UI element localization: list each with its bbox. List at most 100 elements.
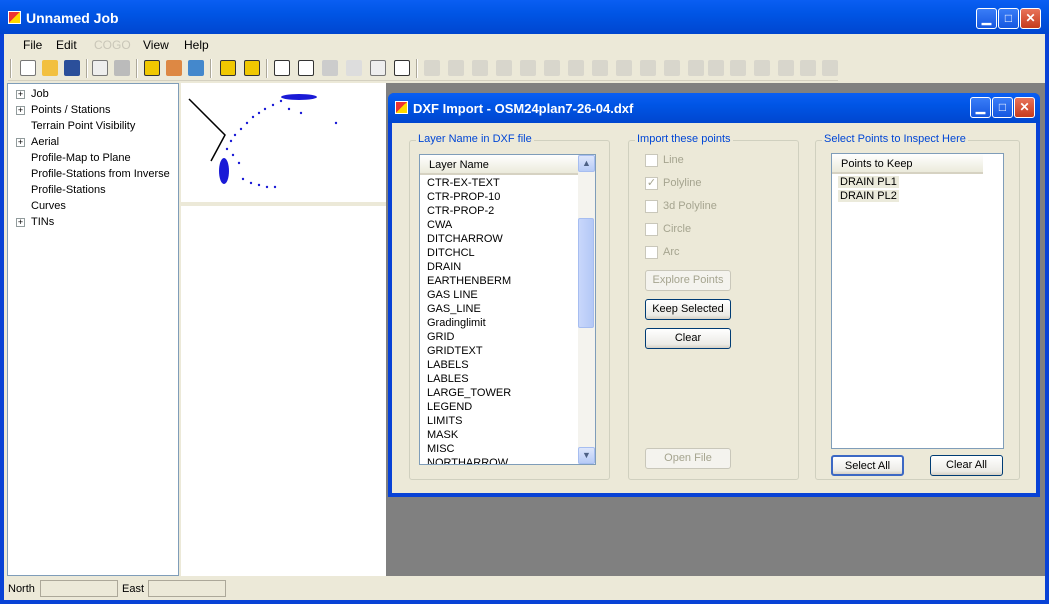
layer-item[interactable]: MASK	[427, 429, 458, 441]
dialog-minimize-button[interactable]: ▁	[970, 97, 991, 118]
menu-file[interactable]: File	[23, 38, 42, 52]
point-item[interactable]: DRAIN PL2	[838, 190, 899, 202]
points-tool-icon[interactable]	[496, 60, 512, 76]
print-icon[interactable]	[114, 60, 130, 76]
layer-item[interactable]: LABLES	[427, 373, 469, 385]
new-file-icon[interactable]	[20, 60, 36, 76]
import-icon[interactable]	[188, 60, 204, 76]
layer-item[interactable]: DITCHARROW	[427, 233, 503, 245]
polyline-tool-icon[interactable]	[544, 60, 560, 76]
east-label: East	[122, 583, 145, 595]
layer-item[interactable]: GAS_LINE	[427, 303, 481, 315]
layer-item[interactable]: LIMITS	[427, 415, 462, 427]
dialog-title: DXF Import - OSM24plan7-26-04.dxf	[413, 101, 634, 116]
layer-list-scrollbar[interactable]: ▲ ▼	[578, 155, 595, 464]
checkbox-label: 3d Polyline	[663, 200, 717, 212]
intersect-tool-icon[interactable]	[568, 60, 584, 76]
plan-view-canvas[interactable]	[181, 83, 386, 203]
print-preview-icon[interactable]	[92, 60, 108, 76]
points-to-keep-list[interactable]: Points to Keep DRAIN PL1 DRAIN PL2	[831, 153, 1004, 449]
maximize-button[interactable]: □	[998, 8, 1019, 29]
open-folder-icon[interactable]	[42, 60, 58, 76]
properties-icon[interactable]	[394, 60, 410, 76]
scroll-down-icon[interactable]: ▼	[578, 447, 595, 464]
offset-tool-icon[interactable]	[592, 60, 608, 76]
grid-icon[interactable]	[274, 60, 290, 76]
menu-edit[interactable]: Edit	[56, 38, 77, 52]
close-button[interactable]: ✕	[1020, 8, 1041, 29]
east-value	[148, 580, 226, 597]
checkbox-3d-polyline[interactable]	[645, 200, 658, 213]
open-file-button[interactable]: Open File	[645, 448, 731, 469]
dialog-maximize-button[interactable]: □	[992, 97, 1013, 118]
save-icon[interactable]	[64, 60, 80, 76]
label-tool-icon[interactable]	[730, 60, 746, 76]
profile-view-canvas[interactable]	[181, 206, 386, 576]
pan-icon[interactable]	[322, 60, 338, 76]
point-item[interactable]: DRAIN PL1	[838, 176, 899, 188]
layer-item[interactable]: CTR-PROP-10	[427, 191, 500, 203]
clear-all-button[interactable]: Clear All	[930, 455, 1003, 476]
layer-item[interactable]: EARTHENBERM	[427, 275, 511, 287]
plan-drawing	[188, 94, 338, 189]
layer-item[interactable]: CWA	[427, 219, 452, 231]
window-icon[interactable]	[298, 60, 314, 76]
layer-item[interactable]: MISC	[427, 443, 455, 455]
status-bar: North East	[4, 577, 1045, 600]
zoom-extents-icon[interactable]	[220, 60, 236, 76]
arc-tool-icon[interactable]	[754, 60, 770, 76]
text-edit-icon[interactable]	[708, 60, 724, 76]
menu-help[interactable]: Help	[184, 38, 209, 52]
layer-item[interactable]: LARGE_TOWER	[427, 387, 511, 399]
dxf-import-icon[interactable]	[144, 60, 160, 76]
layer-column-header[interactable]: Layer Name	[420, 155, 579, 175]
zoom-window-icon[interactable]	[244, 60, 260, 76]
scroll-thumb[interactable]	[578, 218, 594, 328]
curve-icon[interactable]	[346, 60, 362, 76]
shape-tool-icon[interactable]	[778, 60, 794, 76]
menu-view[interactable]: View	[143, 38, 169, 52]
layer-item[interactable]: DRAIN	[427, 261, 461, 273]
clear-button[interactable]: Clear	[645, 328, 731, 349]
hatch-tool-icon[interactable]	[800, 60, 816, 76]
circle-tool-icon[interactable]	[472, 60, 488, 76]
import-group-label: Import these points	[635, 133, 733, 145]
block-tool-icon[interactable]	[520, 60, 536, 76]
layer-item[interactable]: LABELS	[427, 359, 469, 371]
title-bar: Unnamed Job ▁ □ ✕	[0, 0, 1049, 34]
line-tool-icon[interactable]	[424, 60, 440, 76]
layer-item[interactable]: LEGEND	[427, 401, 472, 413]
layer-item[interactable]: GRIDTEXT	[427, 345, 483, 357]
keep-selected-button[interactable]: Keep Selected	[645, 299, 731, 320]
layer-item[interactable]: CTR-EX-TEXT	[427, 177, 500, 189]
checkbox-circle[interactable]	[645, 223, 658, 236]
layer-item[interactable]: Gradinglimit	[427, 317, 486, 329]
export-icon[interactable]	[166, 60, 182, 76]
scroll-up-icon[interactable]: ▲	[578, 155, 595, 172]
triangle-tool-icon[interactable]	[822, 60, 838, 76]
vertex-tool-icon[interactable]	[616, 60, 632, 76]
checkbox-arc[interactable]	[645, 246, 658, 259]
menu-cogo[interactable]: COGO	[94, 38, 131, 52]
job-tree[interactable]: + Job + Points / Stations Terrain Point Vi…	[7, 83, 179, 576]
dialog-close-button[interactable]: ✕	[1014, 97, 1035, 118]
layers-icon[interactable]	[370, 60, 386, 76]
window-title: Unnamed Job	[26, 10, 119, 26]
layer-item[interactable]: DITCHCL	[427, 247, 475, 259]
check-tool-icon[interactable]	[448, 60, 464, 76]
explore-points-button[interactable]: Explore Points	[645, 270, 731, 291]
checkbox-line[interactable]	[645, 154, 658, 167]
point-tool-icon[interactable]	[688, 60, 704, 76]
minimize-button[interactable]: ▁	[976, 8, 997, 29]
measure-tool-icon[interactable]	[664, 60, 680, 76]
layer-list[interactable]: Layer Name CTR-EX-TEXT CTR-PROP-10 CTR-PRO…	[419, 154, 596, 465]
points-column-header[interactable]: Points to Keep	[832, 154, 983, 174]
layer-item[interactable]: GAS LINE	[427, 289, 478, 301]
checkbox-polyline[interactable]: ✓	[645, 177, 658, 190]
layer-item[interactable]: CTR-PROP-2	[427, 205, 494, 217]
angle-tool-icon[interactable]	[640, 60, 656, 76]
north-label: North	[8, 583, 35, 595]
layer-item[interactable]: NORTHARROW	[427, 457, 508, 464]
select-all-button[interactable]: Select All	[831, 455, 904, 476]
layer-item[interactable]: GRID	[427, 331, 455, 343]
